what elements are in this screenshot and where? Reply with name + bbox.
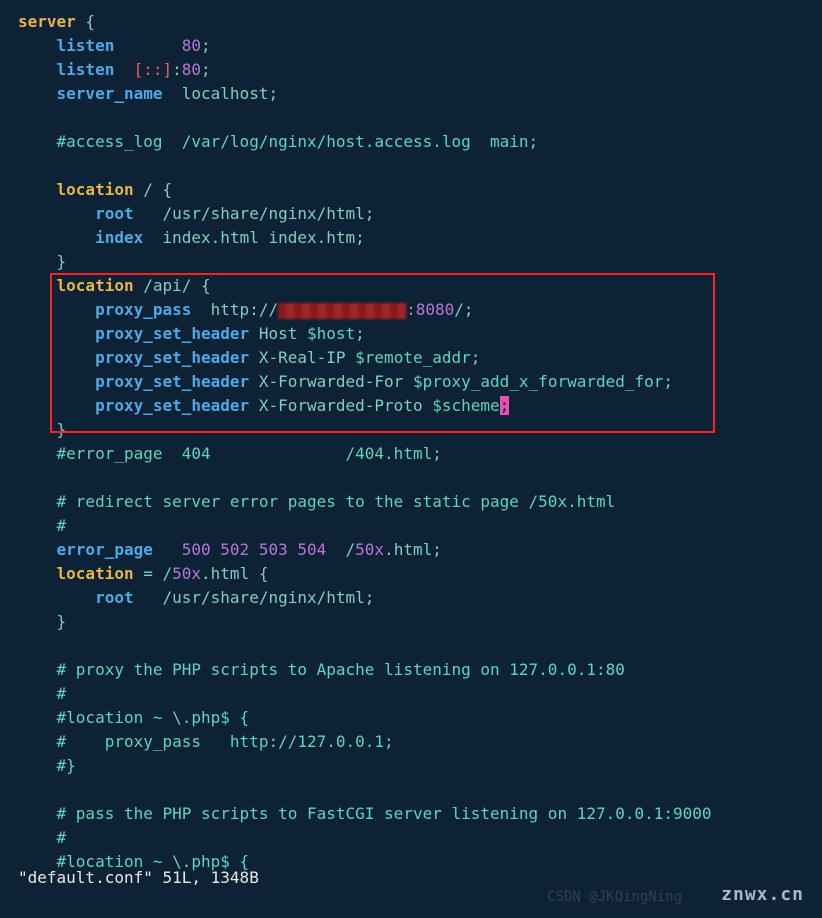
code-line: # proxy the PHP scripts to Apache listen… — [18, 658, 804, 682]
code-line: # pass the PHP scripts to FastCGI server… — [18, 802, 804, 826]
watermark-csdn: CSDN @JKQingNing — [547, 887, 682, 908]
code-line: #error_page 404 /404.html; — [18, 442, 804, 466]
code-line: proxy_set_header X-Forwarded-Proto $sche… — [18, 394, 804, 418]
code-line: location / { — [18, 178, 804, 202]
code-line — [18, 466, 804, 490]
code-line: root /usr/share/nginx/html; — [18, 586, 804, 610]
code-line: # — [18, 514, 804, 538]
watermark-znwx: znwx.cn — [721, 881, 804, 908]
code-line: location /api/ { — [18, 274, 804, 298]
vim-status-line: "default.conf" 51L, 1348B — [18, 866, 259, 890]
code-line: # redirect server error pages to the sta… — [18, 490, 804, 514]
code-line: listen 80; — [18, 34, 804, 58]
code-line: index index.html index.htm; — [18, 226, 804, 250]
code-line — [18, 106, 804, 130]
code-line: error_page 500 502 503 504 /50x.html; — [18, 538, 804, 562]
code-line: #} — [18, 754, 804, 778]
code-line: listen [::]:80; — [18, 58, 804, 82]
code-line: #location ~ \.php$ { — [18, 706, 804, 730]
code-line: proxy_pass http://:8080/; — [18, 298, 804, 322]
code-editor[interactable]: server { listen 80; listen [::]:80; serv… — [0, 10, 822, 874]
code-line: proxy_set_header Host $host; — [18, 322, 804, 346]
code-line: location = /50x.html { — [18, 562, 804, 586]
code-line: proxy_set_header X-Real-IP $remote_addr; — [18, 346, 804, 370]
cursor-position: ; — [500, 396, 510, 415]
code-line: root /usr/share/nginx/html; — [18, 202, 804, 226]
code-line: server_name localhost; — [18, 82, 804, 106]
code-line: } — [18, 610, 804, 634]
code-line: } — [18, 250, 804, 274]
code-line — [18, 634, 804, 658]
code-line: # — [18, 826, 804, 850]
code-line — [18, 154, 804, 178]
code-line: proxy_set_header X-Forwarded-For $proxy_… — [18, 370, 804, 394]
code-line: # proxy_pass http://127.0.0.1; — [18, 730, 804, 754]
code-line: #access_log /var/log/nginx/host.access.l… — [18, 130, 804, 154]
redacted-ip — [278, 303, 406, 319]
code-line: # — [18, 682, 804, 706]
code-line — [18, 778, 804, 802]
code-line: } — [18, 418, 804, 442]
code-line: server { — [18, 10, 804, 34]
keyword-server: server — [18, 12, 76, 31]
